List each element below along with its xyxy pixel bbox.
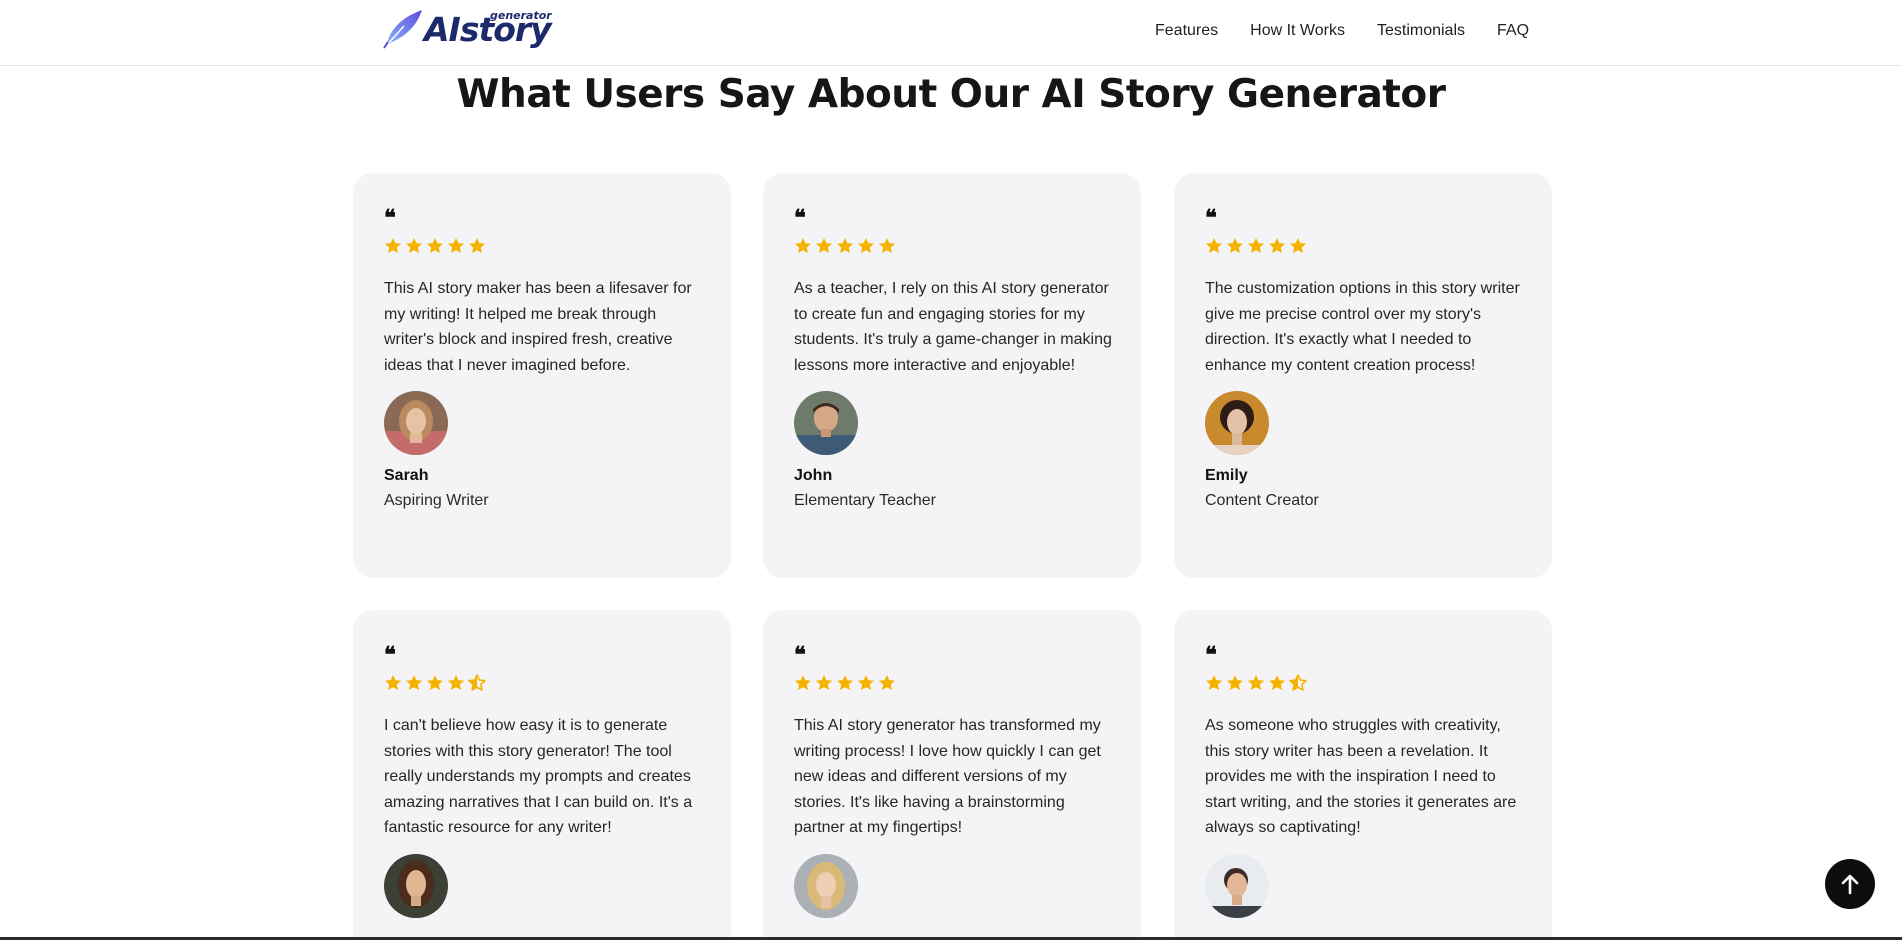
star-full-icon	[1227, 238, 1243, 253]
star-full-icon	[816, 675, 832, 690]
reviewer-role: Aspiring Writer	[384, 492, 489, 509]
reviewer-role: Elementary Teacher	[794, 492, 936, 509]
star-full-icon	[858, 238, 874, 253]
main-nav: Features How It Works Testimonials FAQ	[1155, 20, 1529, 42]
star-rating	[1205, 674, 1521, 696]
testimonial-text: As someone who struggles with creativity…	[1205, 717, 1517, 836]
avatar	[1205, 853, 1269, 918]
site-header: AIstory generator Features How It Works …	[0, 0, 1902, 66]
star-full-icon	[427, 675, 443, 690]
star-rating	[794, 674, 1110, 696]
star-full-icon	[448, 675, 464, 690]
testimonial-text: The customization options in this story …	[1205, 280, 1520, 374]
star-full-icon	[1290, 238, 1306, 253]
star-full-icon	[795, 238, 811, 253]
reviewer-name: Emily	[1205, 467, 1248, 484]
testimonial-card: ❝ This AI story generator has transforme…	[763, 610, 1141, 940]
star-rating	[384, 237, 700, 259]
quote-icon: ❝	[794, 642, 806, 668]
reviewer-role: Content Creator	[1205, 492, 1319, 509]
feather-pen-icon	[383, 10, 422, 49]
quote-icon: ❝	[794, 205, 806, 231]
star-full-icon	[837, 675, 853, 690]
star-rating	[384, 674, 700, 696]
star-half-icon	[468, 674, 486, 691]
nav-features[interactable]: Features	[1155, 20, 1218, 42]
star-rating	[1205, 237, 1521, 259]
star-full-icon	[1269, 675, 1285, 690]
star-full-icon	[879, 238, 895, 253]
testimonial-text: As a teacher, I rely on this AI story ge…	[794, 280, 1112, 374]
reviewer-name: Sarah	[384, 467, 429, 484]
testimonial-card: ❝ The customization options in this stor…	[1174, 173, 1552, 578]
star-full-icon	[1269, 238, 1285, 253]
avatar	[794, 853, 858, 918]
quote-icon: ❝	[384, 205, 396, 231]
page: AIstory generator Features How It Works …	[0, 0, 1902, 940]
testimonial-text: This AI story maker has been a lifesaver…	[384, 280, 692, 374]
testimonial-card: ❝ As a teacher, I rely on this AI story …	[763, 173, 1141, 578]
testimonial-text: I can't believe how easy it is to genera…	[384, 717, 693, 836]
nav-how-it-works[interactable]: How It Works	[1250, 20, 1345, 42]
testimonial-card: ❝ I can't believe how easy it is to gene…	[353, 610, 731, 940]
site-logo[interactable]: AIstory generator	[382, 8, 557, 52]
quote-icon: ❝	[1205, 642, 1217, 668]
reviewer-name: John	[794, 467, 833, 484]
star-full-icon	[795, 675, 811, 690]
star-full-icon	[837, 238, 853, 253]
star-full-icon	[406, 238, 422, 253]
star-full-icon	[1248, 238, 1264, 253]
star-full-icon	[406, 675, 422, 690]
logo-subtitle: generator	[490, 9, 552, 22]
star-half-icon	[1289, 674, 1307, 691]
arrow-up-icon	[1841, 874, 1859, 895]
section-title: What Users Say About Our AI Story Genera…	[456, 72, 1446, 117]
avatar	[384, 853, 448, 918]
star-full-icon	[858, 675, 874, 690]
star-full-icon	[385, 238, 401, 253]
testimonial-card: ❝ This AI story maker has been a lifesav…	[353, 173, 731, 578]
star-full-icon	[1206, 238, 1222, 253]
star-full-icon	[1206, 675, 1222, 690]
star-full-icon	[879, 675, 895, 690]
star-full-icon	[469, 238, 485, 253]
testimonial-card: ❝ As someone who struggles with creativi…	[1174, 610, 1552, 940]
star-full-icon	[385, 675, 401, 690]
nav-testimonials[interactable]: Testimonials	[1377, 20, 1465, 42]
quote-icon: ❝	[1205, 205, 1217, 231]
avatar	[794, 391, 858, 455]
star-full-icon	[1227, 675, 1243, 690]
star-full-icon	[1248, 675, 1264, 690]
star-full-icon	[816, 238, 832, 253]
star-full-icon	[427, 238, 443, 253]
scroll-to-top-button[interactable]	[1825, 859, 1875, 909]
star-rating	[794, 237, 1110, 259]
avatar	[1205, 391, 1269, 455]
quote-icon: ❝	[384, 642, 396, 668]
testimonial-text: This AI story generator has transformed …	[794, 717, 1101, 836]
nav-faq[interactable]: FAQ	[1497, 20, 1529, 42]
avatar	[384, 391, 448, 455]
star-full-icon	[448, 238, 464, 253]
